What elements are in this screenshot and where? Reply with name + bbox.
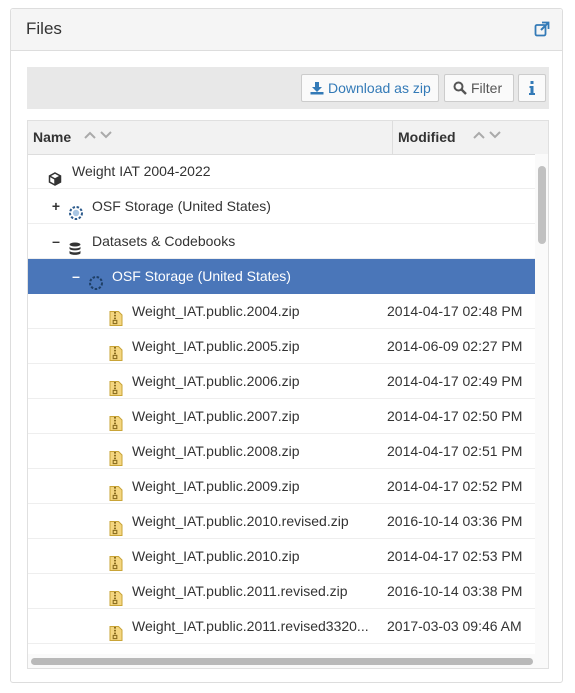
file-modified: 2016-10-14 03:38 PM: [387, 583, 523, 599]
info-button[interactable]: [518, 74, 546, 102]
osf-storage-icon: [68, 199, 83, 220]
storage-label: OSF Storage (United States): [92, 198, 271, 214]
search-icon: [453, 80, 471, 96]
file-name[interactable]: Weight_IAT.public.2004.zip: [132, 294, 300, 328]
horizontal-scroll-thumb[interactable]: [31, 658, 533, 665]
column-name-header[interactable]: Name: [33, 129, 71, 145]
zip-file-icon: [109, 374, 123, 396]
file-row[interactable]: Weight_IAT.public.2004.zip 2014-04-17 02:…: [28, 294, 535, 329]
info-icon: [529, 80, 535, 96]
name-sort-controls: [84, 131, 116, 142]
file-name[interactable]: Weight_IAT.public.2005.zip: [132, 329, 300, 363]
file-modified: 2014-04-17 02:49 PM: [387, 373, 523, 389]
file-name[interactable]: Weight_IAT.public.2011.revised.zip: [132, 574, 348, 608]
file-name[interactable]: Weight_IAT.public.2007.zip: [132, 399, 300, 433]
file-modified: 2014-04-17 02:50 PM: [387, 408, 523, 424]
tree-row-project[interactable]: Weight IAT 2004-2022: [28, 154, 535, 189]
file-modified: 2014-04-17 02:51 PM: [387, 443, 523, 459]
zip-file-icon: [109, 584, 123, 606]
panel-title: Files: [26, 19, 62, 38]
file-tree-grid: Name Modified Weight IAT 2004-2022 + OSF…: [27, 120, 549, 669]
file-row[interactable]: Weight_IAT.public.2006.zip 2014-04-17 02:…: [28, 364, 535, 399]
file-modified: 2017-03-03 09:46 AM: [387, 618, 522, 634]
file-name[interactable]: Weight_IAT.public.2009.zip: [132, 469, 300, 503]
file-name[interactable]: Weight_IAT.public.2008.zip: [132, 434, 300, 468]
external-link-icon[interactable]: [534, 21, 550, 37]
file-row[interactable]: Weight_IAT.public.2011.revised3320... 201…: [28, 609, 535, 644]
download-zip-button[interactable]: Download as zip: [301, 74, 439, 102]
zip-file-icon: [109, 304, 123, 326]
zip-file-icon: [109, 409, 123, 431]
storage-label: OSF Storage (United States): [112, 268, 291, 284]
sort-asc-icon[interactable]: [84, 131, 96, 139]
file-modified: 2016-10-14 03:36 PM: [387, 513, 523, 529]
panel-heading: Files: [11, 9, 562, 51]
vertical-scroll-thumb[interactable]: [538, 166, 546, 244]
cube-icon: [48, 164, 62, 186]
sort-desc-icon[interactable]: [489, 131, 501, 139]
column-divider[interactable]: [392, 121, 393, 154]
file-row[interactable]: Weight_IAT.public.2009.zip 2014-04-17 02:…: [28, 469, 535, 504]
collapse-toggle[interactable]: –: [51, 224, 61, 258]
component-label: Datasets & Codebooks: [92, 233, 236, 249]
file-modified: 2014-06-09 02:27 PM: [387, 338, 523, 354]
modified-sort-controls: [473, 131, 505, 142]
tree-row-storage[interactable]: + OSF Storage (United States): [28, 189, 535, 224]
sort-asc-icon[interactable]: [473, 131, 485, 139]
file-name[interactable]: Weight_IAT.public.2006.zip: [132, 364, 300, 398]
file-modified: 2014-04-17 02:48 PM: [387, 303, 523, 319]
zip-file-icon: [109, 514, 123, 536]
tree-row-storage-selected[interactable]: – OSF Storage (United States): [28, 259, 535, 294]
sort-desc-icon[interactable]: [100, 131, 112, 139]
download-icon: [310, 80, 328, 96]
project-label: Weight IAT 2004-2022: [72, 163, 211, 179]
tree-rows: Weight IAT 2004-2022 + OSF Storage (Unit…: [28, 154, 535, 644]
file-modified: 2014-04-17 02:53 PM: [387, 548, 523, 564]
file-name[interactable]: Weight_IAT.public.2011.revised3320...: [132, 609, 369, 643]
zip-file-icon: [109, 444, 123, 466]
download-zip-label: Download as zip: [328, 80, 431, 96]
database-icon: [68, 234, 82, 255]
file-name[interactable]: Weight_IAT.public.2010.revised.zip: [132, 504, 349, 538]
files-panel: Files Download as zip Filter Name Modifi…: [10, 8, 563, 683]
osf-storage-icon: [88, 269, 103, 290]
grid-header: Name Modified: [28, 121, 548, 155]
file-row[interactable]: Weight_IAT.public.2008.zip 2014-04-17 02:…: [28, 434, 535, 469]
zip-file-icon: [109, 619, 123, 641]
file-row[interactable]: Weight_IAT.public.2011.revised.zip 2016-1…: [28, 574, 535, 609]
expand-toggle[interactable]: +: [51, 189, 61, 223]
collapse-toggle[interactable]: –: [71, 259, 81, 293]
file-row[interactable]: Weight_IAT.public.2010.zip 2014-04-17 02:…: [28, 539, 535, 574]
zip-file-icon: [109, 339, 123, 361]
file-row[interactable]: Weight_IAT.public.2005.zip 2014-06-09 02:…: [28, 329, 535, 364]
file-row[interactable]: Weight_IAT.public.2010.revised.zip 2016-1…: [28, 504, 535, 539]
zip-file-icon: [109, 479, 123, 501]
file-modified: 2014-04-17 02:52 PM: [387, 478, 523, 494]
filter-label: Filter: [471, 80, 503, 96]
zip-file-icon: [109, 549, 123, 571]
files-toolbar: Download as zip Filter: [27, 67, 549, 109]
file-list: Weight_IAT.public.2004.zip 2014-04-17 02:…: [28, 294, 535, 644]
tree-row-component[interactable]: – Datasets & Codebooks: [28, 224, 535, 259]
filter-button[interactable]: Filter: [444, 74, 514, 102]
file-row[interactable]: Weight_IAT.public.2007.zip 2014-04-17 02:…: [28, 399, 535, 434]
column-modified-header[interactable]: Modified: [398, 129, 456, 145]
file-name[interactable]: Weight_IAT.public.2010.zip: [132, 539, 300, 573]
